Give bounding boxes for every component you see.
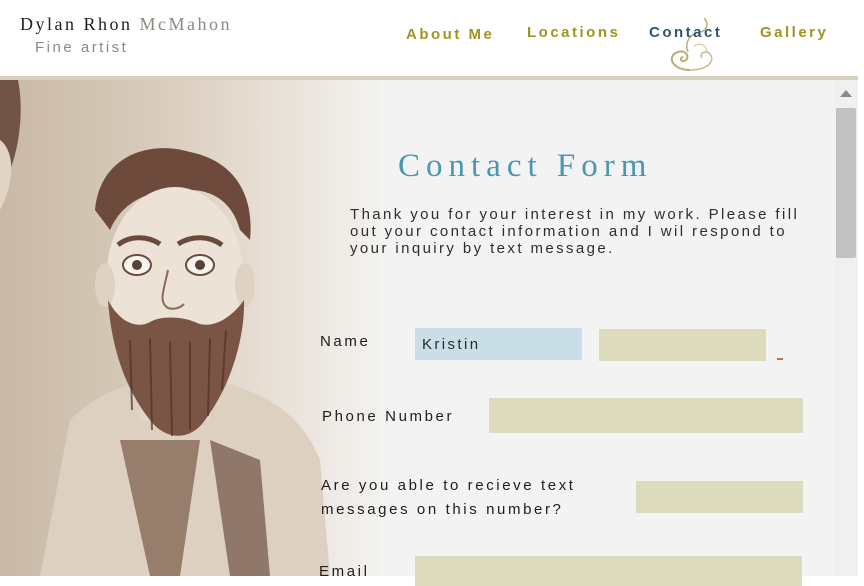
last-name-input[interactable] [599,329,766,361]
chevron-up-icon[interactable] [840,90,852,97]
phone-input[interactable] [489,398,803,433]
page-scrollbar[interactable] [834,80,858,576]
text-messages-question: Are you able to recieve text messages on… [321,477,576,518]
swirl-ornament-icon [670,17,713,71]
email-label: Email [319,563,370,580]
nav-about-me[interactable]: About Me [406,26,494,43]
scrollbar-thumb[interactable] [836,108,856,258]
window-edge [858,0,864,576]
name-label: Name [320,333,371,350]
brand-first-name: Dylan Rhon [20,14,133,34]
nav-gallery[interactable]: Gallery [760,24,828,41]
site-header: Dylan Rhon McMahon Fine artist About Me … [0,0,864,76]
first-name-input[interactable] [415,328,582,360]
text-cursor-mark [777,358,783,360]
brand-last-name: McMahon [139,14,232,34]
text-messages-input[interactable] [636,481,803,513]
brand-subtitle: Fine artist [35,39,129,56]
nav-locations[interactable]: Locations [527,24,620,41]
brand-name[interactable]: Dylan Rhon McMahon [20,14,232,35]
email-input[interactable] [415,556,802,586]
nav-contact[interactable]: Contact [649,24,722,41]
phone-label: Phone Number [322,408,455,425]
form-intro-text: Thank you for your interest in my work. … [350,206,800,257]
form-title: Contact Form [398,148,653,184]
